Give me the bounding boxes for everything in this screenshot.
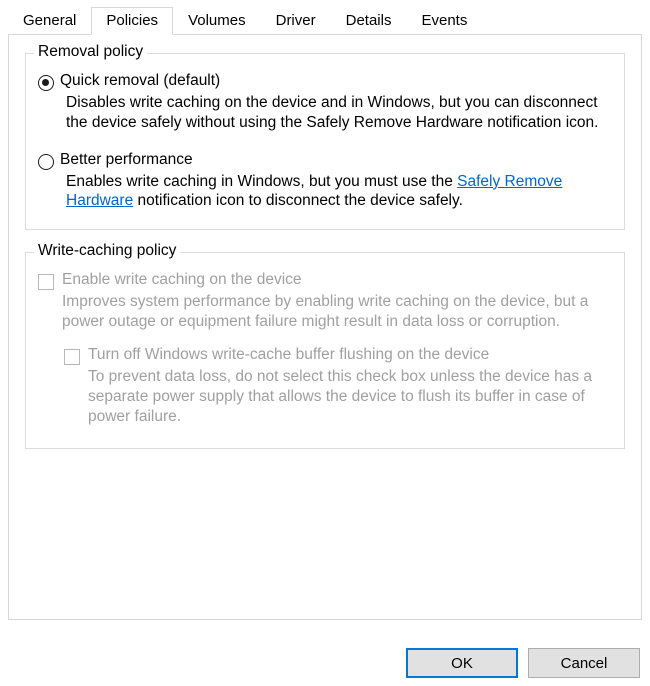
better-desc-post: notification icon to disconnect the devi… (133, 192, 463, 209)
better-performance-label: Better performance (60, 151, 193, 169)
tab-events[interactable]: Events (406, 7, 482, 34)
turn-off-flush-option: Turn off Windows write-cache buffer flus… (64, 346, 612, 365)
radio-icon (38, 75, 54, 91)
write-caching-policy-group: Write-caching policy Enable write cachin… (25, 252, 625, 449)
tab-general[interactable]: General (8, 7, 91, 34)
quick-removal-option[interactable]: Quick removal (default) (38, 72, 612, 91)
removal-policy-group: Removal policy Quick removal (default) D… (25, 53, 625, 230)
better-desc-pre: Enables write caching in Windows, but yo… (66, 173, 457, 190)
tab-details[interactable]: Details (331, 7, 407, 34)
enable-write-caching-label: Enable write caching on the device (62, 271, 302, 289)
enable-write-caching-description: Improves system performance by enabling … (62, 292, 608, 332)
turn-off-flush-label: Turn off Windows write-cache buffer flus… (88, 346, 489, 364)
quick-removal-description: Disables write caching on the device and… (66, 93, 608, 133)
checkbox-icon (64, 349, 80, 365)
cancel-button[interactable]: Cancel (528, 648, 640, 678)
quick-removal-label: Quick removal (default) (60, 72, 220, 90)
ok-button[interactable]: OK (406, 648, 518, 678)
radio-icon (38, 154, 54, 170)
device-properties-dialog: General Policies Volumes Driver Details … (0, 0, 650, 686)
flush-nested-group: Turn off Windows write-cache buffer flus… (64, 346, 612, 426)
tab-strip: General Policies Volumes Driver Details … (8, 2, 642, 34)
turn-off-flush-description: To prevent data loss, do not select this… (88, 367, 608, 426)
tab-policies[interactable]: Policies (91, 7, 173, 35)
policies-tab-panel: Removal policy Quick removal (default) D… (8, 34, 642, 620)
write-caching-title: Write-caching policy (34, 242, 180, 260)
better-performance-option[interactable]: Better performance (38, 151, 612, 170)
checkbox-icon (38, 274, 54, 290)
tab-driver[interactable]: Driver (261, 7, 331, 34)
tab-volumes[interactable]: Volumes (173, 7, 261, 34)
enable-write-caching-option: Enable write caching on the device (38, 271, 612, 290)
dialog-buttons: OK Cancel (406, 648, 640, 678)
better-performance-description: Enables write caching in Windows, but yo… (66, 172, 608, 212)
removal-policy-title: Removal policy (34, 43, 147, 61)
